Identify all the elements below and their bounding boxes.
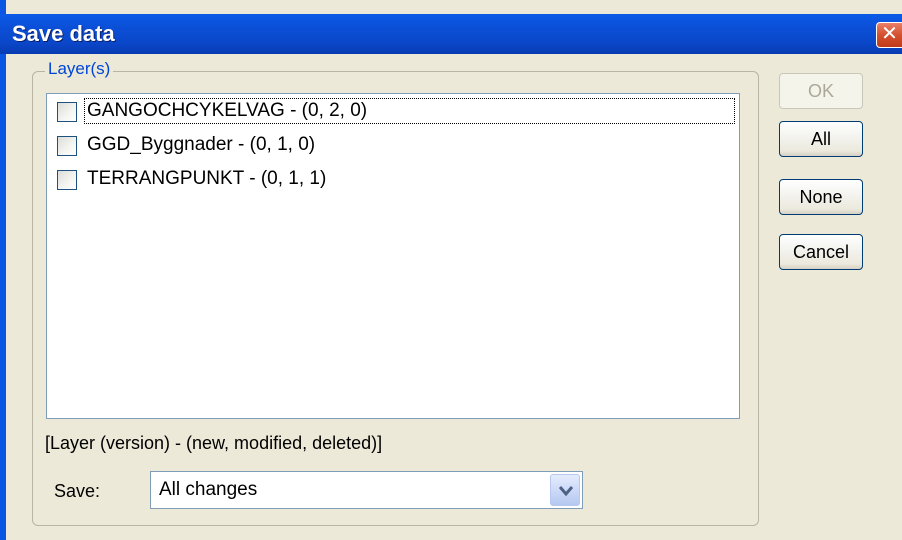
list-item[interactable]: TERRANGPUNKT - (0, 1, 1) bbox=[47, 163, 737, 197]
dropdown-button[interactable] bbox=[550, 474, 580, 506]
layers-caption: [Layer (version) - (new, modified, delet… bbox=[45, 433, 383, 453]
list-item[interactable]: GANGOCHCYKELVAG - (0, 2, 0) bbox=[47, 95, 737, 129]
save-label: Save: bbox=[54, 481, 101, 501]
window-frame bbox=[0, 0, 6, 540]
layer-checkbox[interactable] bbox=[57, 136, 77, 156]
layers-group-legend: Layer(s) bbox=[45, 58, 114, 80]
close-icon: ✕ bbox=[881, 23, 898, 45]
save-select[interactable]: All changes bbox=[150, 471, 583, 509]
close-button[interactable]: ✕ bbox=[876, 22, 902, 48]
window-title: Save data bbox=[12, 21, 115, 46]
ok-button[interactable]: OK bbox=[779, 73, 863, 109]
save-data-dialog: Save data ✕ Layer(s) GANGOCHCYKELVAG - (… bbox=[0, 0, 902, 540]
layer-label[interactable]: TERRANGPUNKT - (0, 1, 1) bbox=[85, 167, 328, 191]
title-bar[interactable]: Save data ✕ bbox=[0, 14, 902, 54]
all-button[interactable]: All bbox=[779, 121, 863, 157]
cancel-button[interactable]: Cancel bbox=[779, 234, 863, 270]
none-button[interactable]: None bbox=[779, 179, 863, 215]
list-item[interactable]: GGD_Byggnader - (0, 1, 0) bbox=[47, 129, 737, 163]
layer-checkbox[interactable] bbox=[57, 102, 77, 122]
layer-checkbox[interactable] bbox=[57, 170, 77, 190]
layer-label[interactable]: GGD_Byggnader - (0, 1, 0) bbox=[85, 133, 317, 157]
layers-list[interactable]: GANGOCHCYKELVAG - (0, 2, 0) GGD_Byggnade… bbox=[46, 93, 740, 419]
layer-label[interactable]: GANGOCHCYKELVAG - (0, 2, 0) bbox=[84, 98, 735, 124]
chevron-down-icon bbox=[559, 486, 573, 497]
save-select-value: All changes bbox=[159, 479, 258, 500]
